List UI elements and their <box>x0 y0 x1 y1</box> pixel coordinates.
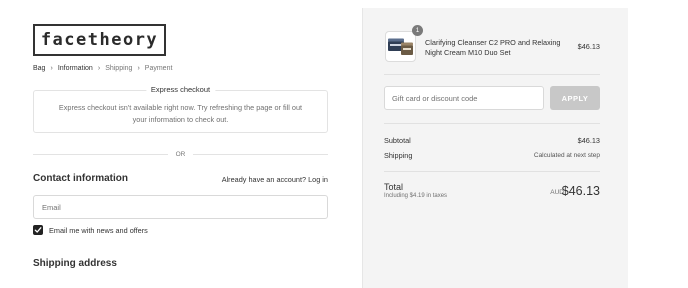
or-text: OR <box>175 150 186 158</box>
summary-divider <box>384 74 600 75</box>
email-field[interactable] <box>33 195 328 219</box>
total-amount: $46.13 <box>561 184 600 198</box>
product-name: Clarifying Cleanser C2 PRO and Relaxing … <box>425 38 561 57</box>
discount-code-field[interactable] <box>384 86 544 110</box>
product-price: $46.13 <box>577 42 600 51</box>
or-divider: OR <box>33 149 328 159</box>
shipping-value: Calculated at next step <box>533 152 600 159</box>
news-offers-option[interactable]: Email me with news and offers <box>33 225 148 235</box>
product-image <box>385 31 416 62</box>
login-prompt: Already have an account? Log in <box>222 175 328 184</box>
apply-discount-button[interactable]: APPLY <box>550 86 600 110</box>
divider-line <box>193 153 328 155</box>
news-offers-checkbox[interactable] <box>33 225 43 235</box>
product-jars-icon <box>388 38 413 55</box>
summary-divider <box>384 171 600 172</box>
divider-line <box>33 153 168 155</box>
express-checkout-title: Express checkout <box>145 85 216 94</box>
chevron-right-icon: › <box>50 65 53 72</box>
facetheory-logo[interactable]: facetheory <box>33 24 166 56</box>
logo-text: facetheory <box>40 30 159 50</box>
breadcrumb-information: Information <box>57 65 93 72</box>
express-checkout-box: Express checkout Express checkout isn't … <box>33 85 328 133</box>
checkmark-icon <box>34 227 42 233</box>
subtotal-label: Subtotal <box>384 136 411 145</box>
summary-divider <box>384 123 600 124</box>
chevron-right-icon: › <box>97 65 101 72</box>
breadcrumb-bag[interactable]: Bag <box>33 65 45 72</box>
news-offers-label: Email me with news and offers <box>49 225 148 235</box>
quantity-badge: 1 <box>412 25 423 36</box>
login-link[interactable]: Log in <box>308 175 328 184</box>
breadcrumb-shipping: Shipping <box>105 65 133 72</box>
total-label: Total <box>384 182 404 192</box>
chevron-right-icon: › <box>137 65 140 72</box>
account-prompt-text: Already have an account? <box>221 175 307 184</box>
contact-information-heading: Contact information <box>33 173 128 184</box>
shipping-address-heading: Shipping address <box>33 258 117 269</box>
express-checkout-message: Express checkout isn't available right n… <box>58 103 303 124</box>
subtotal-value: $46.13 <box>577 136 600 145</box>
taxes-note: Including $4.19 in taxes <box>384 193 448 199</box>
shipping-label: Shipping <box>384 151 413 160</box>
breadcrumb-payment: Payment <box>144 65 173 72</box>
breadcrumb: Bag › Information › Shipping › Payment <box>33 65 172 72</box>
